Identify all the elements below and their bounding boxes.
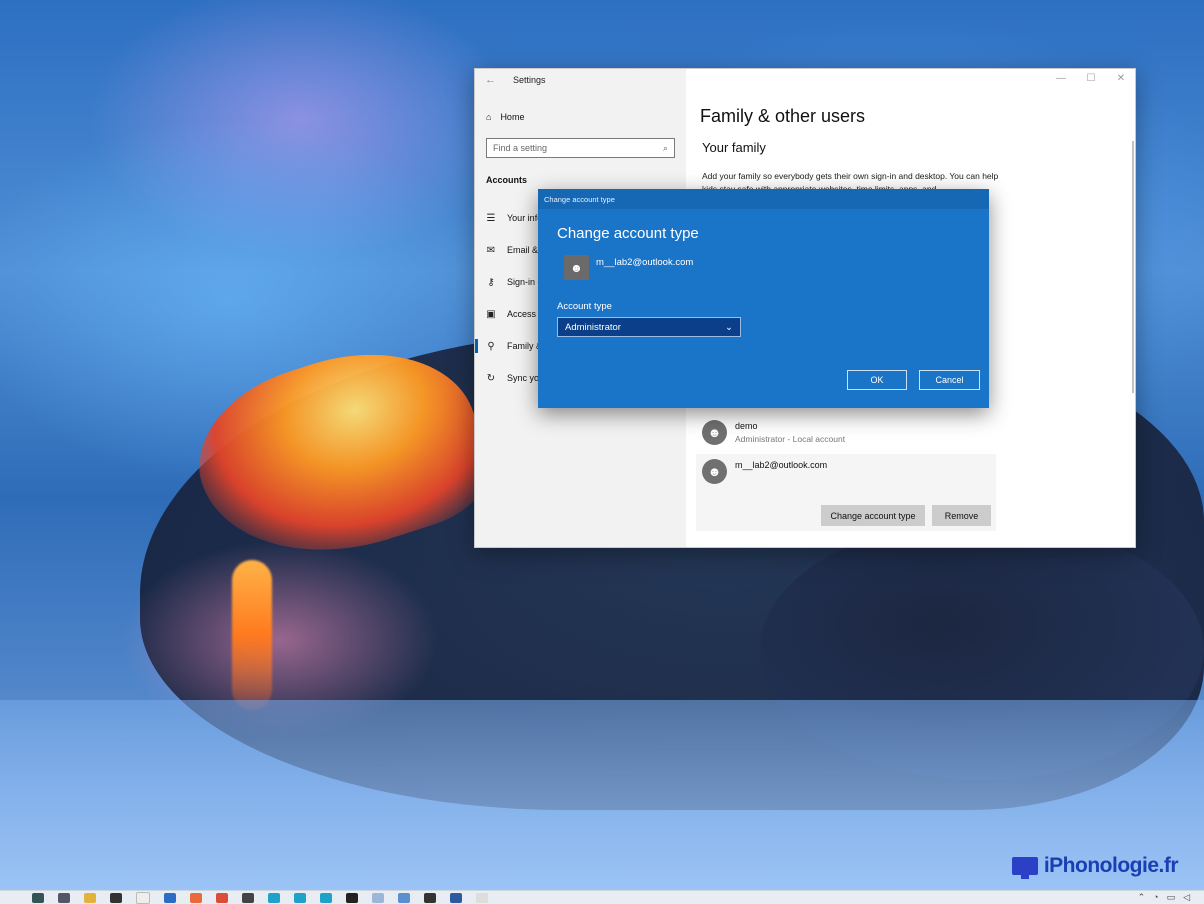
ok-button[interactable]: OK bbox=[847, 370, 907, 390]
system-tray: ⌃ ◔ ▭ ◁ bbox=[1138, 892, 1190, 903]
person-add-icon: ⚲ bbox=[487, 340, 495, 352]
window-title: Settings bbox=[513, 75, 546, 85]
dialog-account-email: m__lab2@outlook.com bbox=[596, 257, 694, 268]
edge-icon[interactable] bbox=[294, 892, 306, 903]
settings-titlebar: ← Settings bbox=[485, 74, 546, 86]
battery-icon[interactable]: ▭ bbox=[1167, 892, 1176, 903]
dialog-window-title: Change account type bbox=[544, 195, 615, 204]
user-item-outlook[interactable]: ☻ m__lab2@outlook.com bbox=[702, 459, 827, 484]
edge-icon[interactable] bbox=[268, 892, 280, 903]
search-icon[interactable] bbox=[32, 892, 44, 903]
app-icon[interactable] bbox=[372, 892, 384, 903]
chevron-up-icon[interactable]: ⌃ bbox=[1138, 892, 1146, 903]
edge-icon[interactable] bbox=[320, 892, 332, 903]
key-icon: ⚷ bbox=[487, 276, 495, 288]
back-arrow-icon[interactable]: ← bbox=[485, 74, 496, 86]
user-info: demo Administrator - Local account bbox=[735, 420, 845, 444]
account-type-value: Administrator bbox=[565, 321, 621, 333]
search-placeholder: Find a setting bbox=[493, 143, 548, 153]
wallpaper-lavafall bbox=[232, 560, 272, 710]
watermark-text: iPhonologie.fr bbox=[1043, 854, 1179, 877]
home-icon: ⌂ bbox=[486, 112, 492, 122]
change-account-type-dialog: Change account type Change account type … bbox=[538, 189, 989, 408]
store-icon[interactable] bbox=[110, 892, 122, 903]
app-icon[interactable] bbox=[398, 892, 410, 903]
app-icon[interactable] bbox=[164, 892, 176, 903]
terminal-icon[interactable] bbox=[424, 892, 436, 903]
folder-icon[interactable] bbox=[84, 892, 96, 903]
search-input[interactable]: Find a setting ⌕ bbox=[486, 138, 675, 158]
user-role: Administrator - Local account bbox=[735, 434, 846, 444]
volume-icon[interactable]: ◁ bbox=[1183, 892, 1190, 903]
taskbar: ⌃ ◔ ▭ ◁ bbox=[0, 890, 1204, 904]
app-icon[interactable] bbox=[242, 892, 254, 903]
user-icon: ☻ bbox=[564, 255, 589, 280]
monitor-icon bbox=[1011, 857, 1038, 879]
terminal-icon[interactable] bbox=[346, 892, 358, 903]
chevron-down-icon: ⌄ bbox=[725, 321, 733, 333]
watermark: iPhonologie.fr bbox=[1011, 854, 1179, 879]
app-icon[interactable] bbox=[450, 892, 462, 903]
avatar: ☻ bbox=[702, 420, 727, 445]
user-info: m__lab2@outlook.com bbox=[735, 459, 827, 470]
user-name: m__lab2@outlook.com bbox=[735, 460, 828, 470]
nav-section-title: Accounts bbox=[486, 175, 528, 185]
change-account-type-button[interactable]: Change account type bbox=[821, 505, 925, 526]
notepad-icon[interactable] bbox=[136, 891, 150, 904]
gear-icon[interactable] bbox=[58, 892, 70, 903]
remove-button[interactable]: Remove bbox=[932, 505, 991, 526]
user-name: demo bbox=[735, 421, 758, 431]
nav-home[interactable]: ⌂ Home bbox=[486, 112, 524, 122]
person-card-icon: ☰ bbox=[486, 212, 496, 224]
chrome-icon[interactable] bbox=[216, 892, 228, 903]
section-title: Your family bbox=[702, 140, 766, 155]
nav-home-label: Home bbox=[500, 112, 525, 122]
user-item-demo[interactable]: ☻ demo Administrator - Local account bbox=[702, 420, 845, 445]
account-type-select[interactable]: Administrator ⌄ bbox=[557, 317, 741, 337]
sidebar-item-label: Your info bbox=[507, 213, 543, 223]
cancel-button[interactable]: Cancel bbox=[919, 370, 980, 390]
dialog-account: ☻ m__lab2@outlook.com bbox=[564, 255, 693, 280]
account-type-label: Account type bbox=[557, 301, 612, 312]
network-icon[interactable]: ◔ bbox=[1153, 892, 1158, 903]
mail-icon: ✉ bbox=[486, 244, 496, 256]
page-title: Family & other users bbox=[700, 106, 866, 126]
scrollbar[interactable] bbox=[1132, 141, 1134, 393]
briefcase-icon: ▣ bbox=[486, 308, 496, 320]
search-icon: ⌕ bbox=[662, 142, 668, 153]
sync-icon: ↻ bbox=[486, 372, 496, 384]
app-icon[interactable] bbox=[476, 892, 488, 903]
app-icon[interactable] bbox=[190, 892, 202, 903]
avatar: ☻ bbox=[702, 459, 727, 484]
dialog-heading: Change account type bbox=[557, 225, 699, 242]
